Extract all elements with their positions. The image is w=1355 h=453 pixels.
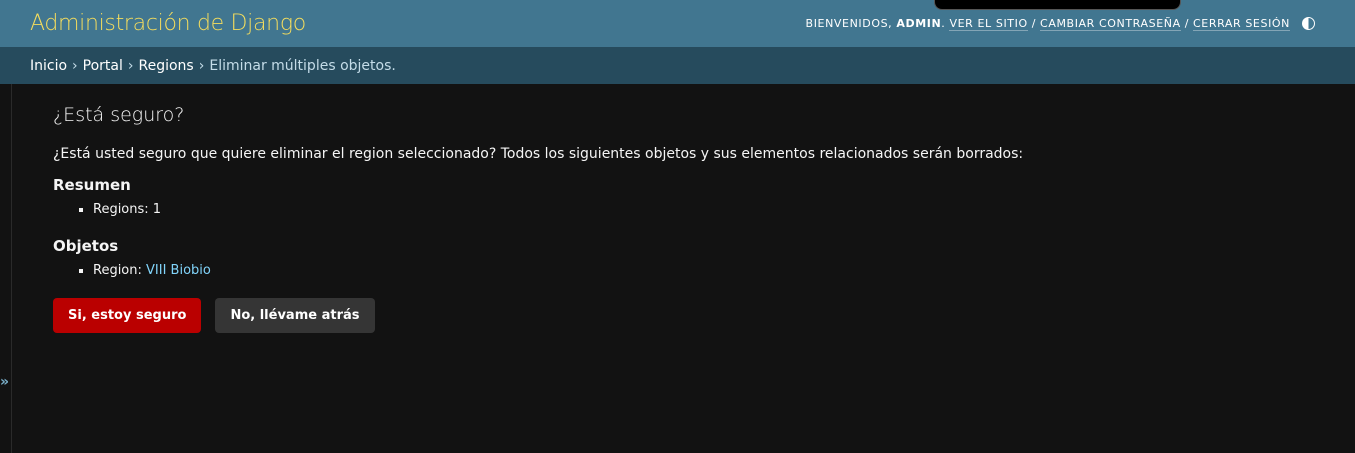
username: admin — [896, 17, 942, 30]
logout-link[interactable]: Cerrar sesión — [1193, 17, 1290, 31]
breadcrumb-current: Eliminar múltiples objetos. — [209, 57, 396, 74]
breadcrumb-separator: › — [198, 57, 205, 74]
confirmation-message: ¿Está usted seguro que quiere eliminar e… — [53, 146, 1024, 162]
confirm-delete-button[interactable]: Si, estoy seguro — [53, 298, 202, 333]
objects-heading: Objetos — [53, 237, 119, 255]
breadcrumb-home[interactable]: Inicio — [30, 58, 67, 74]
summary-item: Regions: 1 — [93, 202, 1323, 217]
welcome-text: Bienvenidos, — [805, 17, 893, 30]
camera-notch — [934, 0, 1181, 10]
nav-sidebar-toggle-icon[interactable]: » — [0, 374, 9, 390]
view-site-link[interactable]: Ver el sitio — [949, 17, 1028, 31]
breadcrumb-app[interactable]: Portal — [83, 58, 123, 74]
separator: / — [1184, 17, 1190, 30]
object-type-label: Region: — [93, 263, 147, 278]
form-actions: Si, estoy seguro No, llévame atrás — [53, 298, 1323, 333]
object-link[interactable]: VIII Biobio — [146, 263, 211, 278]
header: Administración de Django Bienvenidos, ad… — [0, 0, 1355, 47]
separator: / — [1031, 17, 1037, 30]
breadcrumb-model[interactable]: Regions — [139, 58, 194, 74]
main-content: ¿Está seguro? ¿Está usted seguro que qui… — [53, 104, 1323, 333]
breadcrumb-separator: › — [72, 57, 78, 74]
object-item: Region: VIII Biobio — [93, 263, 1323, 278]
site-title[interactable]: Administración de Django — [30, 11, 306, 36]
change-password-link[interactable]: Cambiar contraseña — [1040, 17, 1181, 31]
breadcrumb-separator: › — [127, 57, 134, 74]
cancel-button[interactable]: No, llévame atrás — [215, 298, 375, 333]
summary-list: Regions: 1 — [53, 202, 1323, 217]
theme-toggle-icon[interactable] — [1302, 17, 1315, 30]
page-title: ¿Está seguro? — [53, 104, 185, 126]
objects-list: Region: VIII Biobio — [53, 263, 1323, 278]
user-tools: Bienvenidos, admin. Ver el sitio / Cambi… — [806, 17, 1315, 31]
sidebar-divider — [11, 84, 12, 453]
breadcrumb: Inicio › Portal › Regions › Eliminar múl… — [0, 47, 1355, 84]
summary-heading: Resumen — [53, 176, 131, 194]
